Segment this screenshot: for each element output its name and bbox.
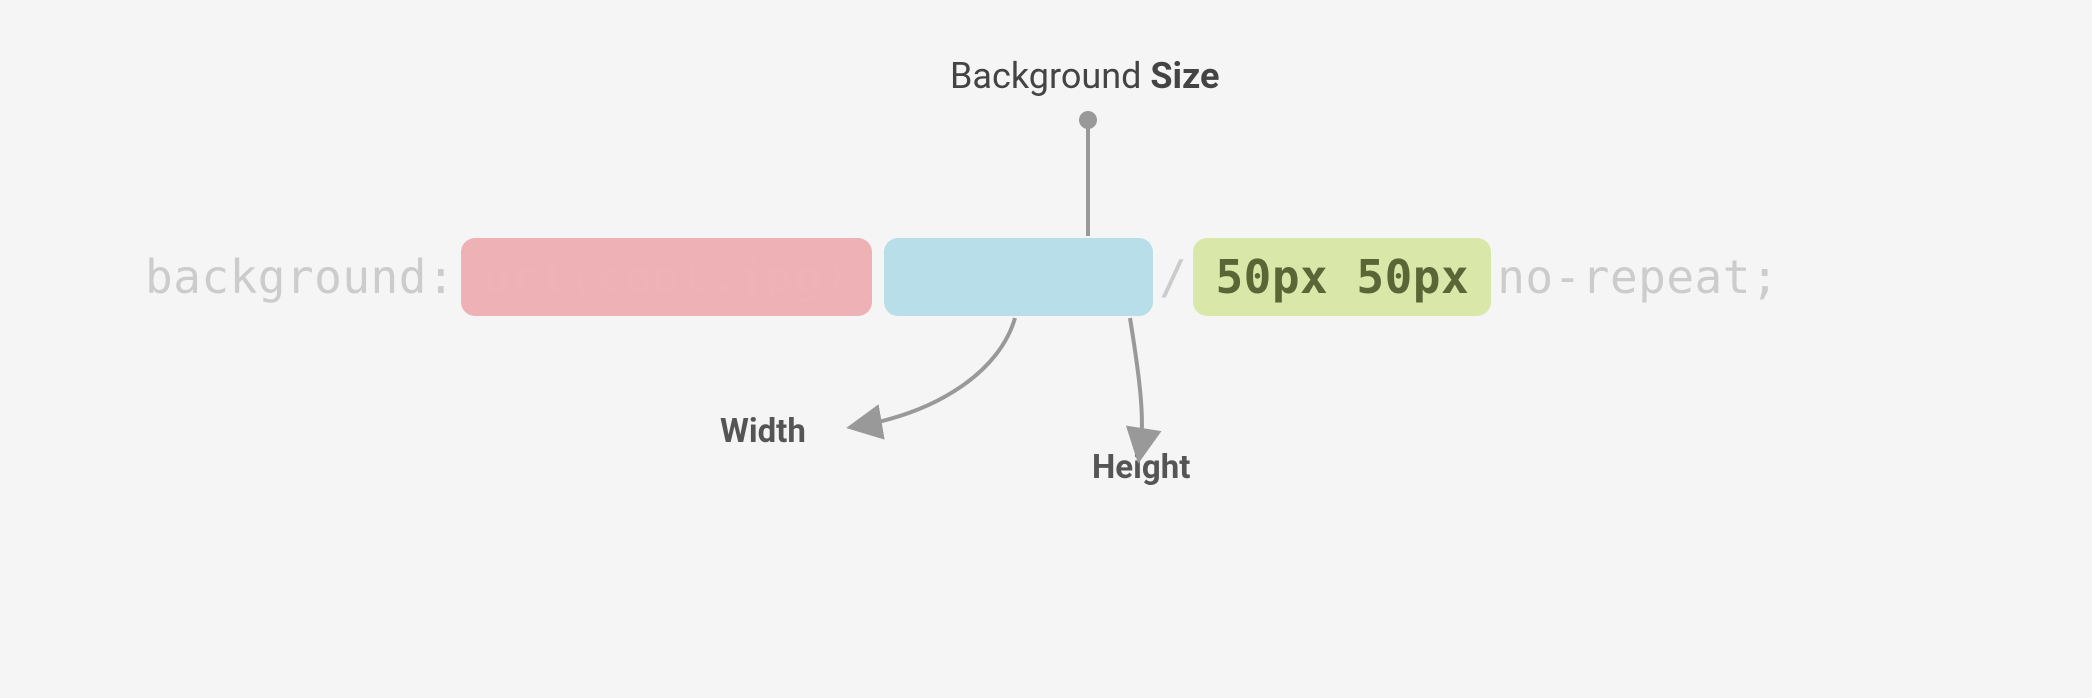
- css-size-pill: 50px 50px: [1193, 238, 1491, 316]
- css-position-pill: top left: [884, 238, 1154, 316]
- arrow-to-width-icon: [858, 318, 1015, 426]
- css-url-pill: url(cool.jpg): [461, 238, 872, 316]
- height-label: Height: [1092, 448, 1190, 487]
- css-separator: /: [1159, 250, 1187, 304]
- annotation-title: Background Size: [950, 55, 1219, 97]
- css-property: background:: [145, 250, 455, 304]
- annotation-title-bold: Size: [1150, 55, 1219, 97]
- css-repeat: no-repeat;: [1497, 250, 1779, 304]
- css-code-line: background: url(cool.jpg) top left / 50p…: [145, 238, 1779, 316]
- arrow-to-height-icon: [1130, 318, 1142, 452]
- annotation-title-prefix: Background: [950, 55, 1150, 97]
- width-label: Width: [720, 412, 806, 451]
- connector-dot-icon: [1079, 111, 1097, 129]
- annotation-arrows: [0, 0, 2092, 698]
